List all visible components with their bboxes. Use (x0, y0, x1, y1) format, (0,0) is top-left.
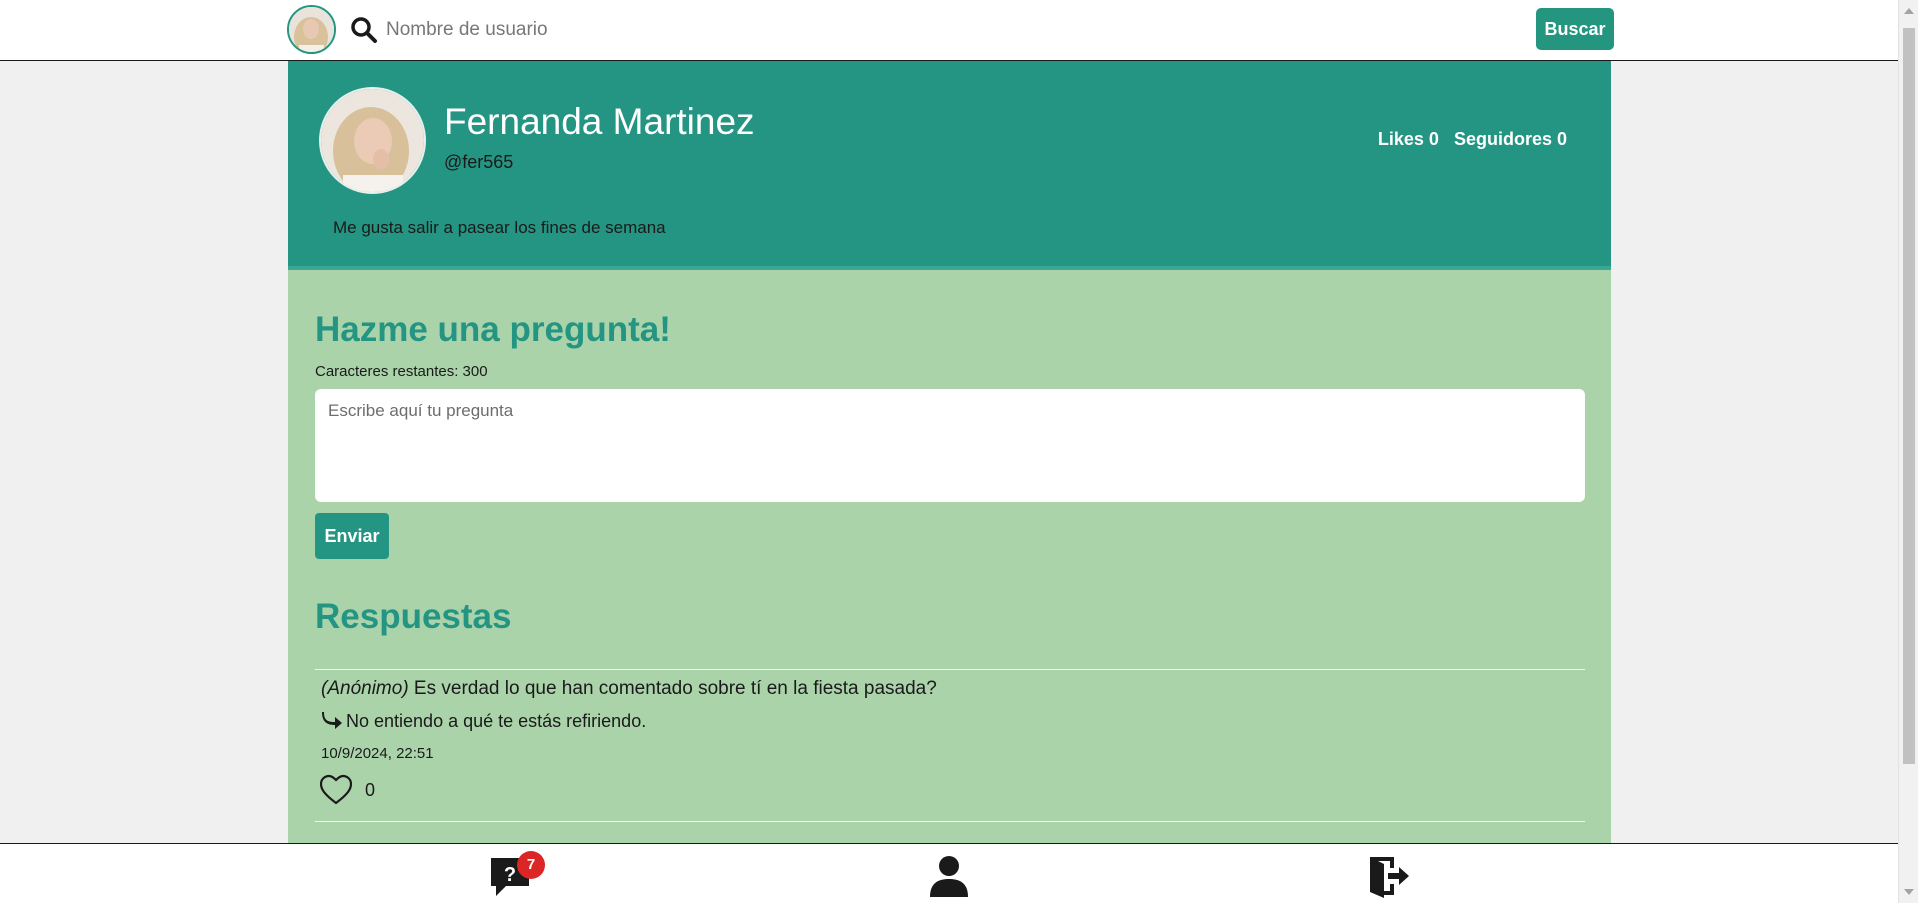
divider (315, 821, 1585, 822)
likes-count: Likes 0 (1377, 129, 1439, 149)
like-count: 0 (365, 780, 376, 800)
question-section: Hazme una pregunta! Caracteres restantes… (288, 270, 1611, 843)
reply-arrow-icon (322, 712, 342, 729)
characters-remaining: Caracteres restantes: 300 (315, 363, 488, 380)
ask-title: Hazme una pregunta! (315, 310, 671, 349)
profile-username: @fer565 (444, 152, 514, 172)
profile-name: Fernanda Martinez (444, 101, 755, 142)
answer-date: 10/9/2024, 22:51 (321, 745, 434, 762)
search-input[interactable] (384, 12, 984, 48)
heart-icon[interactable] (319, 774, 353, 806)
scroll-up-icon[interactable] (1904, 8, 1914, 14)
question-input[interactable] (315, 389, 1585, 502)
answer-reply: No entiendo a qué te estás refiriendo. (321, 711, 646, 732)
svg-text:?: ? (504, 864, 516, 886)
answer-question-text: Es verdad lo que han comentado sobre tí … (408, 678, 937, 699)
answer-author: (Anónimo) (321, 678, 409, 699)
answer-reply-text: No entiendo a qué te estás refiriendo. (346, 711, 647, 731)
profile-bio: Me gusta salir a pasear los fines de sem… (333, 218, 666, 237)
send-button[interactable]: Enviar (315, 513, 389, 559)
profile-avatar (319, 87, 426, 194)
search-button[interactable]: Buscar (1536, 8, 1614, 50)
profile-stats: Likes 0 Seguidores 0 (1368, 129, 1567, 150)
profile-header: Fernanda Martinez @fer565 Likes 0 Seguid… (288, 61, 1611, 270)
scrollbar-thumb[interactable] (1903, 28, 1915, 764)
top-navbar: Buscar (0, 0, 1898, 61)
bottom-navbar: ? 7 (0, 843, 1898, 903)
answer-question: (Anónimo) Es verdad lo que han comentado… (321, 678, 937, 700)
followers-count[interactable]: Seguidores 0 (1454, 129, 1567, 149)
avatar[interactable] (287, 5, 336, 54)
scrollbar[interactable] (1898, 0, 1918, 903)
scroll-down-icon[interactable] (1904, 889, 1914, 895)
notification-badge: 7 (517, 851, 545, 879)
logout-icon[interactable] (1366, 854, 1410, 898)
search-icon (351, 17, 377, 43)
divider (315, 669, 1585, 670)
answers-title: Respuestas (315, 597, 512, 636)
user-icon[interactable] (927, 854, 971, 898)
